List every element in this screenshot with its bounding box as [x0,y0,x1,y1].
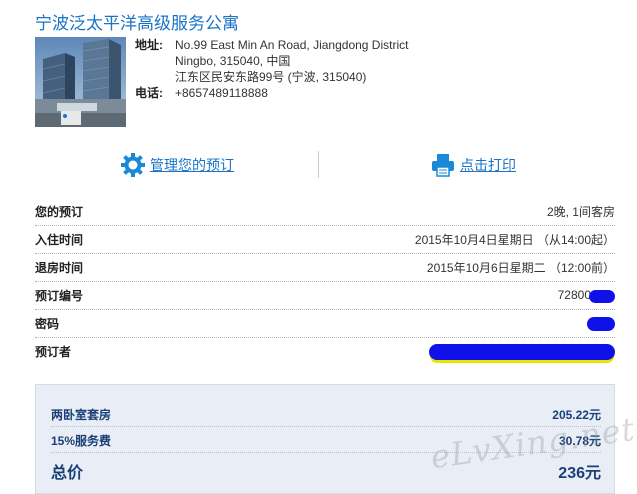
print-label[interactable]: 点击打印 [460,155,516,175]
detail-label: 预订编号 [35,289,84,303]
detail-row-checkout: 退房时间 2015年10月6日星期二 （12:00前） [35,254,615,282]
print-link[interactable]: 点击打印 [430,152,516,178]
price-row-room: 两卧室套房 205.22元 [51,402,601,427]
gear-icon [121,153,145,177]
total-value: 236元 [558,465,601,482]
redaction-mark [589,289,615,303]
detail-label: 密码 [35,317,60,331]
detail-row-booking: 您的预订 2晚, 1间客房 [35,198,615,226]
address-line: Ningbo, 315040, 中国 [175,54,291,68]
detail-value: 2015年10月6日星期二 （12:00前） [426,261,615,275]
price-row-total: 总价 236元 [51,457,601,485]
address-line-local: 江东区民安东路99号 (宁波, 315040) [175,70,367,84]
booking-details: 您的预订 2晚, 1间客房 入住时间 2015年10月4日星期日 （从14:00… [35,198,615,365]
detail-row-booking-number: 预订编号 72800 [35,282,615,310]
phone-number[interactable]: +8657489118888 [175,85,268,101]
action-bar: 管理您的预订 点击打印 [35,147,615,183]
price-row-service-fee: 15%服务费 30.78元 [51,428,601,453]
detail-value: 2015年10月4日星期日 （从14:00起） [414,233,615,247]
manage-booking-link[interactable]: 管理您的预订 [120,152,234,178]
detail-label: 入住时间 [35,233,84,247]
detail-row-checkin: 入住时间 2015年10月4日星期日 （从14:00起） [35,226,615,254]
redaction-mark [587,316,615,331]
booking-number: 72800 [557,288,591,303]
hotel-name[interactable]: 宁波泛太平洋高级服务公寓 [35,9,239,34]
price-label: 15%服务费 [51,433,112,448]
redaction-mark [429,343,615,360]
phone-label: 电话: [135,86,163,100]
detail-row-booker: 预订者 [35,338,615,365]
detail-row-pin: 密码 [35,310,615,338]
address-line: No.99 East Min An Road, Jiangdong Distri… [175,38,409,52]
total-label: 总价 [51,465,84,482]
detail-label: 预订者 [35,345,72,359]
detail-value: 2晚, 1间客房 [546,205,615,219]
detail-label: 退房时间 [35,261,84,275]
address-label: 地址: [135,38,163,52]
action-divider [318,151,319,178]
price-value: 205.22元 [552,407,601,422]
hotel-info: 地址: No.99 East Min An Road, Jiangdong Di… [135,37,408,101]
detail-label: 您的预订 [35,205,84,219]
price-label: 两卧室套房 [51,407,112,422]
hotel-photo [35,37,126,127]
manage-booking-label[interactable]: 管理您的预订 [150,155,234,175]
printer-icon [432,154,454,177]
price-summary: 两卧室套房 205.22元 15%服务费 30.78元 总价 236元 [35,384,615,494]
price-value: 30.78元 [558,433,601,448]
